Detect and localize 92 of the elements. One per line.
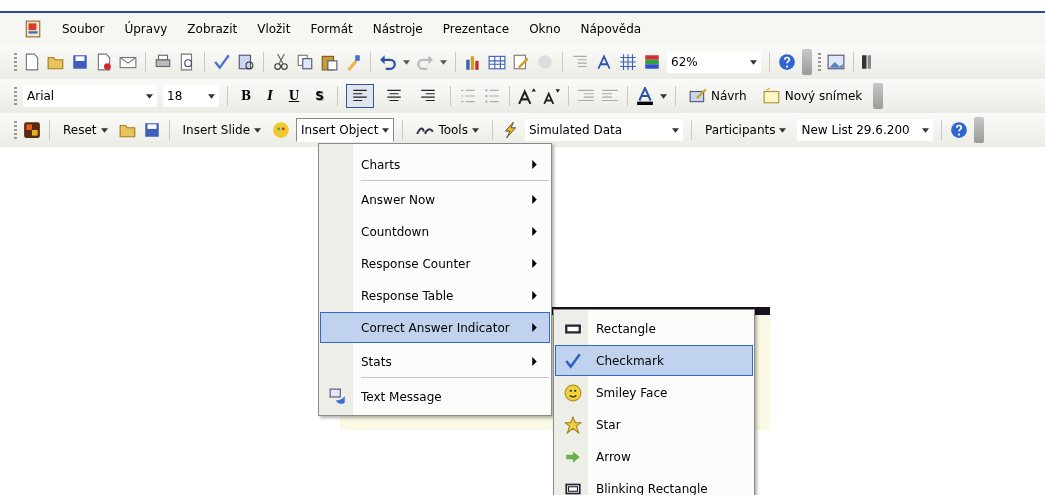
participants-button[interactable]: Participants xyxy=(699,118,792,142)
style-button[interactable]: B xyxy=(236,84,257,108)
menu-item[interactable]: Star xyxy=(555,409,753,440)
menu-item[interactable]: Zobrazit xyxy=(177,22,248,36)
new-slide-button[interactable]: Nový snímek xyxy=(757,84,868,108)
menu-item[interactable]: Vložit xyxy=(247,22,301,36)
help-icon[interactable] xyxy=(950,121,969,139)
edit-icon[interactable] xyxy=(512,53,530,71)
image-icon[interactable] xyxy=(827,53,845,71)
message-icon xyxy=(329,387,347,406)
decrease-font-icon[interactable] xyxy=(541,87,560,105)
research-icon[interactable] xyxy=(237,53,255,71)
participant-list-field[interactable]: New List 29.6.200 xyxy=(797,119,934,141)
reset-button[interactable]: Reset xyxy=(58,118,113,142)
caret-icon xyxy=(208,93,215,99)
menu-item[interactable]: Soubor xyxy=(52,22,115,36)
new-document-icon[interactable] xyxy=(23,53,41,71)
save-icon[interactable] xyxy=(71,53,89,71)
copy-icon[interactable] xyxy=(296,53,314,71)
caret-icon[interactable] xyxy=(403,59,410,65)
submenu-arrow-icon xyxy=(532,357,537,366)
caret-icon xyxy=(254,127,262,133)
font-field[interactable]: Arial xyxy=(23,85,157,107)
menu-item[interactable]: Nástroje xyxy=(362,22,433,36)
submenu-arrow-icon xyxy=(532,323,537,332)
help-icon[interactable] xyxy=(778,53,796,71)
slides-icon[interactable] xyxy=(862,53,871,71)
font-color-icon[interactable] xyxy=(635,87,654,105)
design-button[interactable]: Návrh xyxy=(683,84,752,108)
undo-icon[interactable] xyxy=(379,53,397,71)
caret-icon xyxy=(779,127,787,133)
paste-icon[interactable] xyxy=(320,53,338,71)
submenu-arrow-icon xyxy=(532,291,537,300)
caret-icon xyxy=(922,127,930,133)
tools-button[interactable]: Tools xyxy=(411,118,484,142)
pencil-icon xyxy=(688,87,707,105)
data-source-field[interactable]: Simulated Data xyxy=(524,119,683,141)
zoom-field[interactable]: 62% xyxy=(667,51,761,73)
menu-item[interactable]: Prezentace xyxy=(432,22,520,36)
slide-icon xyxy=(762,87,781,105)
increase-font-icon[interactable] xyxy=(517,87,536,105)
submenu-arrow-icon xyxy=(532,227,537,236)
submenu-arrow-icon xyxy=(532,160,537,169)
submenu-arrow-icon xyxy=(532,195,537,204)
menu-item[interactable]: Checkmark xyxy=(555,345,753,376)
menu-item[interactable]: Text Message xyxy=(320,381,550,412)
chart-icon[interactable] xyxy=(464,53,482,71)
caret-icon xyxy=(146,93,153,99)
document-icon[interactable] xyxy=(95,53,113,71)
smiley-icon xyxy=(564,383,582,402)
overflow-button[interactable] xyxy=(974,117,985,143)
font-size-field[interactable]: 18 xyxy=(163,85,219,107)
menu-item[interactable]: Smiley Face xyxy=(555,377,753,408)
overflow-button[interactable] xyxy=(873,83,884,109)
menu-item[interactable]: Answer Now xyxy=(320,184,550,215)
menu-item[interactable]: Formát xyxy=(300,22,363,36)
checkmark-icon xyxy=(564,351,582,370)
document-icon[interactable] xyxy=(24,20,42,38)
menu-item[interactable]: Okno xyxy=(519,22,571,36)
menu-item[interactable]: Correct Answer Indicator xyxy=(320,312,550,343)
star-icon xyxy=(564,415,582,434)
insert-object-button[interactable]: Insert Object xyxy=(296,118,395,142)
scissors-icon[interactable] xyxy=(272,53,290,71)
style-button[interactable]: S xyxy=(310,84,329,108)
caret-icon[interactable] xyxy=(659,93,667,99)
submenu-arrow-icon xyxy=(532,259,537,268)
menu-item[interactable]: Countdown xyxy=(320,216,550,247)
menu-item[interactable]: Response Table xyxy=(320,280,550,311)
menu-item[interactable]: Úpravy xyxy=(114,22,178,36)
caret-icon xyxy=(671,127,679,133)
caret-icon xyxy=(100,127,108,133)
menu-item[interactable]: Response Counter xyxy=(320,248,550,279)
caret-icon xyxy=(382,127,390,133)
caret-icon[interactable] xyxy=(440,59,447,65)
menu-item[interactable]: Arrow xyxy=(555,441,753,472)
color-icon[interactable] xyxy=(643,53,661,71)
grid-icon[interactable] xyxy=(619,53,637,71)
caret-icon xyxy=(750,59,757,65)
font-a-icon[interactable] xyxy=(595,53,613,71)
spellcheck-icon[interactable] xyxy=(213,53,231,71)
menu-item[interactable]: Nápověda xyxy=(570,22,652,36)
align-button[interactable] xyxy=(345,84,374,108)
style-button[interactable]: U xyxy=(283,84,305,108)
app-icon[interactable] xyxy=(23,121,41,139)
caret-icon xyxy=(471,127,479,133)
smiley-icon[interactable] xyxy=(272,121,291,139)
menu-item[interactable]: Rectangle xyxy=(555,313,753,344)
insert-slide-button[interactable]: Insert Slide xyxy=(177,118,267,142)
menu-item[interactable]: Blinking Rectangle xyxy=(555,473,753,495)
save-icon[interactable] xyxy=(142,121,161,139)
style-button[interactable]: I xyxy=(262,84,278,108)
table-icon[interactable] xyxy=(488,53,506,71)
